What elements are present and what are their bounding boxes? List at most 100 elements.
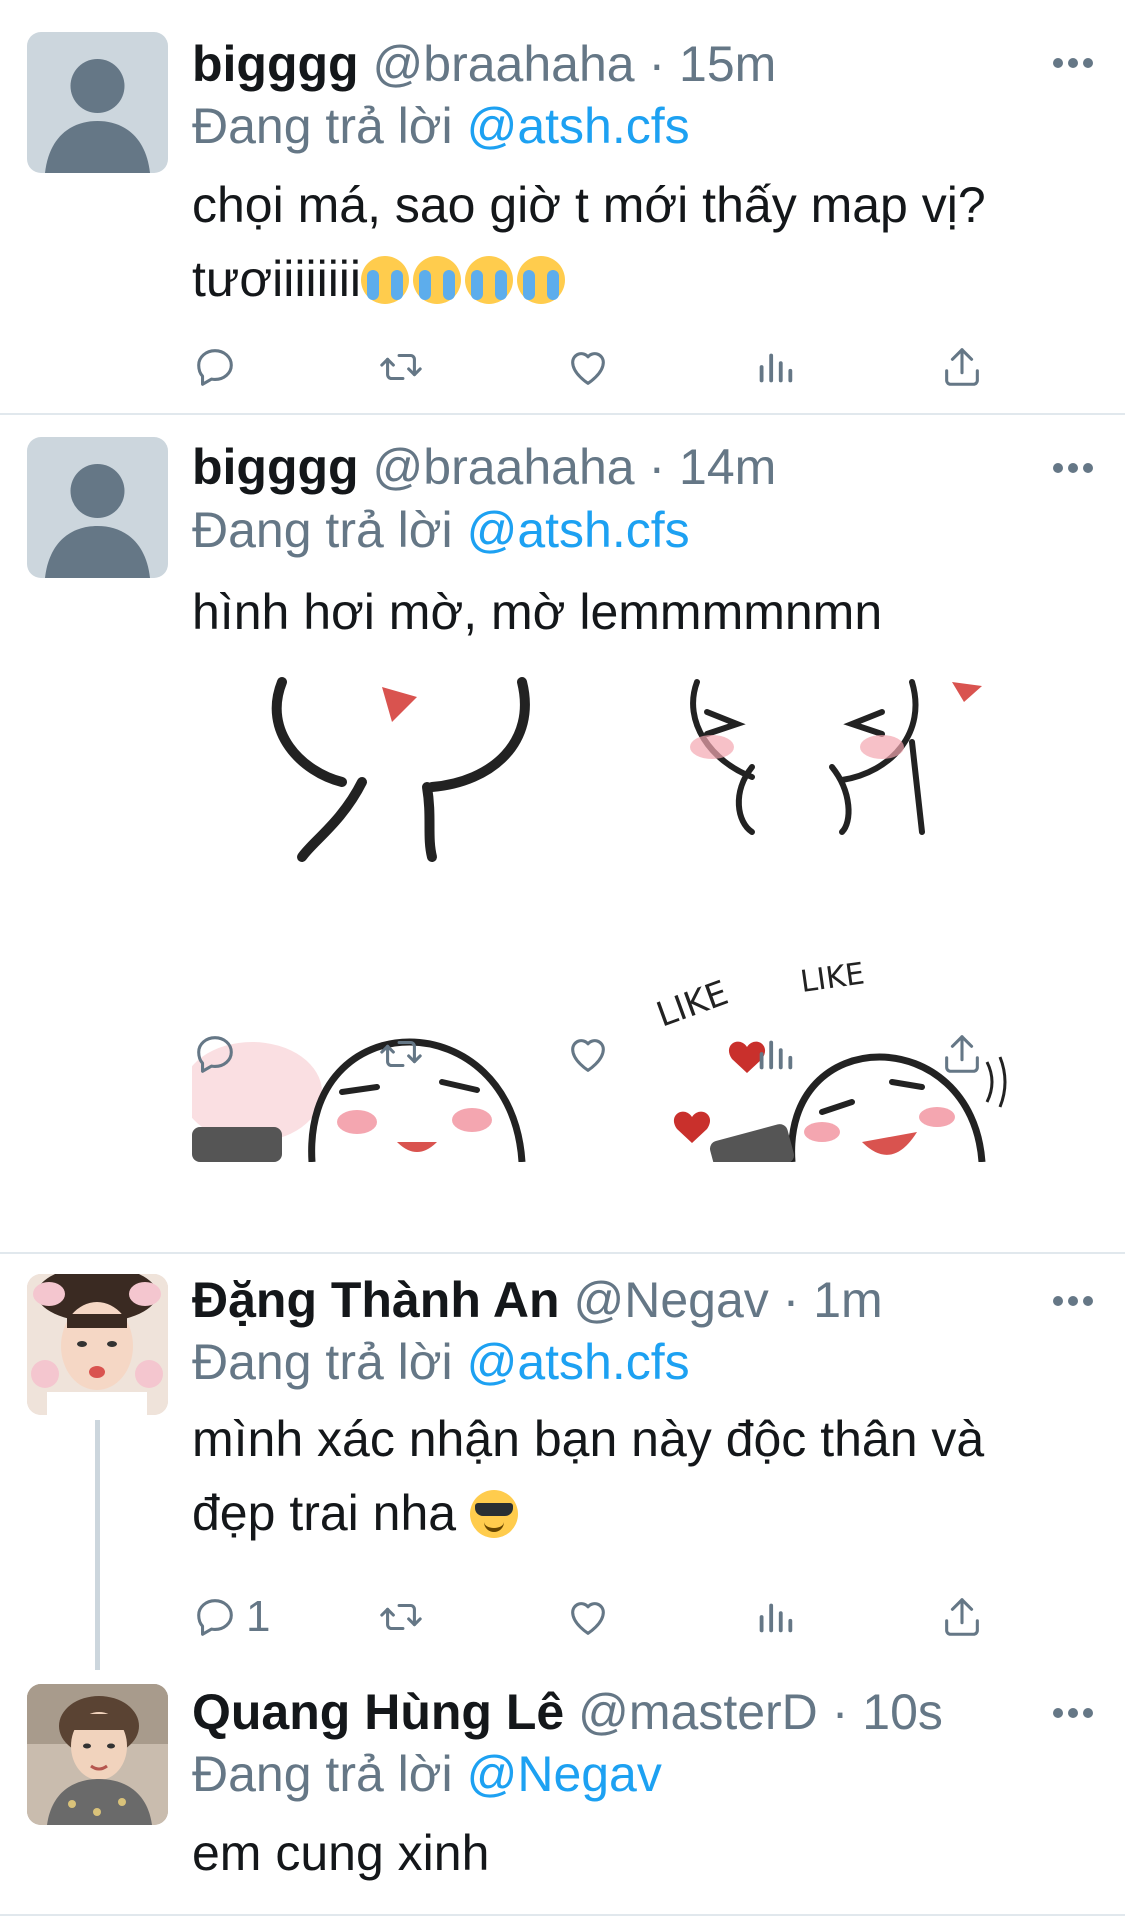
user-photo: [27, 1684, 168, 1825]
tweet-actions: 1: [192, 1592, 1092, 1642]
tweet-text-line: em cung xinh: [192, 1825, 490, 1881]
separator-dot: ·: [831, 1684, 849, 1740]
user-handle[interactable]: @Negav: [573, 1272, 768, 1328]
share-icon: [939, 344, 985, 390]
user-handle[interactable]: @braahaha: [373, 439, 635, 495]
mention-link[interactable]: @atsh.cfs: [467, 1334, 690, 1390]
more-options-icon[interactable]: [1053, 1296, 1093, 1308]
share-button[interactable]: [939, 1592, 985, 1642]
share-icon: [939, 1594, 985, 1640]
tweet-text-line: tươiiiiiiii: [192, 242, 1092, 316]
share-button[interactable]: [939, 342, 985, 392]
reply-context: Đang trả lời @Negav: [192, 1744, 662, 1804]
separator-dot: ·: [648, 439, 666, 495]
avatar[interactable]: [27, 32, 168, 173]
display-name[interactable]: bigggg: [192, 36, 359, 92]
analytics-icon: [752, 1031, 798, 1077]
heart-icon: [565, 1031, 611, 1077]
tweet-header: bigggg @braahaha · 15m: [192, 34, 776, 94]
retweet-button[interactable]: [378, 342, 424, 392]
more-options-icon[interactable]: [1053, 1708, 1093, 1720]
reply-prefix: Đang trả lời: [192, 1746, 453, 1802]
retweet-button[interactable]: [378, 1592, 424, 1642]
user-photo: [27, 1274, 168, 1415]
tweet-header: bigggg @braahaha · 14m: [192, 437, 776, 497]
avatar[interactable]: [27, 1684, 168, 1825]
retweet-icon: [378, 344, 424, 390]
like-button[interactable]: [565, 342, 611, 392]
share-button[interactable]: [939, 1029, 985, 1079]
reply-button[interactable]: [192, 1029, 246, 1079]
mention-link[interactable]: @atsh.cfs: [467, 98, 690, 154]
divider: [0, 1914, 1125, 1916]
analytics-button[interactable]: [752, 342, 798, 392]
reply-context: Đang trả lời @atsh.cfs: [192, 96, 690, 156]
reply-prefix: Đang trả lời: [192, 98, 453, 154]
share-icon: [939, 1031, 985, 1077]
heart-icon: [565, 1594, 611, 1640]
tweet[interactable]: bigggg @braahaha · 15m Đang trả lời @ats…: [0, 0, 1125, 414]
tweet-media-image[interactable]: LIKE LIKE: [192, 672, 1010, 1162]
tweet-text-fragment: đẹp trai nha: [192, 1485, 457, 1541]
retweet-icon: [378, 1594, 424, 1640]
tweet-text-line: chọi má, sao giờ t mới thấy map vị?: [192, 177, 986, 233]
tweet-time[interactable]: 14m: [679, 439, 776, 495]
reply-prefix: Đang trả lời: [192, 502, 453, 558]
like-button[interactable]: [565, 1592, 611, 1642]
default-avatar-icon: [27, 32, 168, 173]
tweet-text: mình xác nhận bạn này độc thân và đẹp tr…: [192, 1402, 1092, 1550]
tweet-header: Quang Hùng Lê @masterD · 10s: [192, 1682, 943, 1742]
like-button[interactable]: [565, 1029, 611, 1079]
tweet-time[interactable]: 1m: [813, 1272, 882, 1328]
tweet-text: hình hơi mờ, mờ lemmmmnmn: [192, 575, 1092, 649]
display-name[interactable]: Đặng Thành An: [192, 1272, 560, 1328]
analytics-button[interactable]: [752, 1592, 798, 1642]
tweet-text-fragment: tươiiiiiiii: [192, 251, 362, 307]
loudly-crying-face-icon: [465, 256, 514, 304]
tweet-header: Đặng Thành An @Negav · 1m: [192, 1270, 883, 1330]
more-options-icon[interactable]: [1053, 58, 1093, 70]
reply-button[interactable]: [192, 342, 246, 392]
tweet-time[interactable]: 15m: [679, 36, 776, 92]
retweet-icon: [378, 1031, 424, 1077]
avatar[interactable]: [27, 1274, 168, 1415]
tweet[interactable]: Đặng Thành An @Negav · 1m Đang trả lời @…: [0, 1254, 1125, 1664]
analytics-icon: [752, 1594, 798, 1640]
tweet[interactable]: Quang Hùng Lê @masterD · 10s Đang trả lờ…: [0, 1664, 1125, 1920]
retweet-button[interactable]: [378, 1029, 424, 1079]
heart-icon: [565, 344, 611, 390]
loudly-crying-face-icon: [517, 256, 566, 304]
reply-button[interactable]: 1: [192, 1592, 270, 1642]
reply-icon: [192, 1594, 238, 1640]
more-options-icon[interactable]: [1053, 463, 1093, 475]
user-handle[interactable]: @braahaha: [373, 36, 635, 92]
sticker-image: LIKE LIKE: [192, 672, 1010, 1162]
tweet-actions: [192, 1029, 1092, 1079]
tweet-text-line: đẹp trai nha: [192, 1476, 1092, 1550]
tweet-text-line: mình xác nhận bạn này độc thân và: [192, 1411, 985, 1467]
user-handle[interactable]: @masterD: [578, 1684, 818, 1740]
reply-context: Đang trả lời @atsh.cfs: [192, 1332, 690, 1392]
smiling-face-with-sunglasses-icon: [470, 1490, 518, 1538]
mention-link[interactable]: @Negav: [467, 1746, 662, 1802]
reply-icon: [192, 344, 238, 390]
tweet-text: em cung xinh: [192, 1816, 1092, 1890]
separator-dot: ·: [782, 1272, 800, 1328]
analytics-button[interactable]: [752, 1029, 798, 1079]
tweet[interactable]: bigggg @braahaha · 14m Đang trả lời @ats…: [0, 415, 1125, 1253]
tweet-time[interactable]: 10s: [862, 1684, 943, 1740]
loudly-crying-face-icon: [361, 256, 410, 304]
mention-link[interactable]: @atsh.cfs: [467, 502, 690, 558]
display-name[interactable]: Quang Hùng Lê: [192, 1684, 564, 1740]
tweet-text: chọi má, sao giờ t mới thấy map vị? tươi…: [192, 168, 1092, 316]
reply-count: 1: [246, 1592, 271, 1641]
default-avatar-icon: [27, 437, 168, 578]
tweet-actions: [192, 342, 1092, 392]
loudly-crying-face-icon: [413, 256, 462, 304]
separator-dot: ·: [648, 36, 666, 92]
reply-icon: [192, 1031, 238, 1077]
display-name[interactable]: bigggg: [192, 439, 359, 495]
avatar[interactable]: [27, 437, 168, 578]
analytics-icon: [752, 344, 798, 390]
tweet-text-line: hình hơi mờ, mờ lemmmmnmn: [192, 584, 883, 640]
